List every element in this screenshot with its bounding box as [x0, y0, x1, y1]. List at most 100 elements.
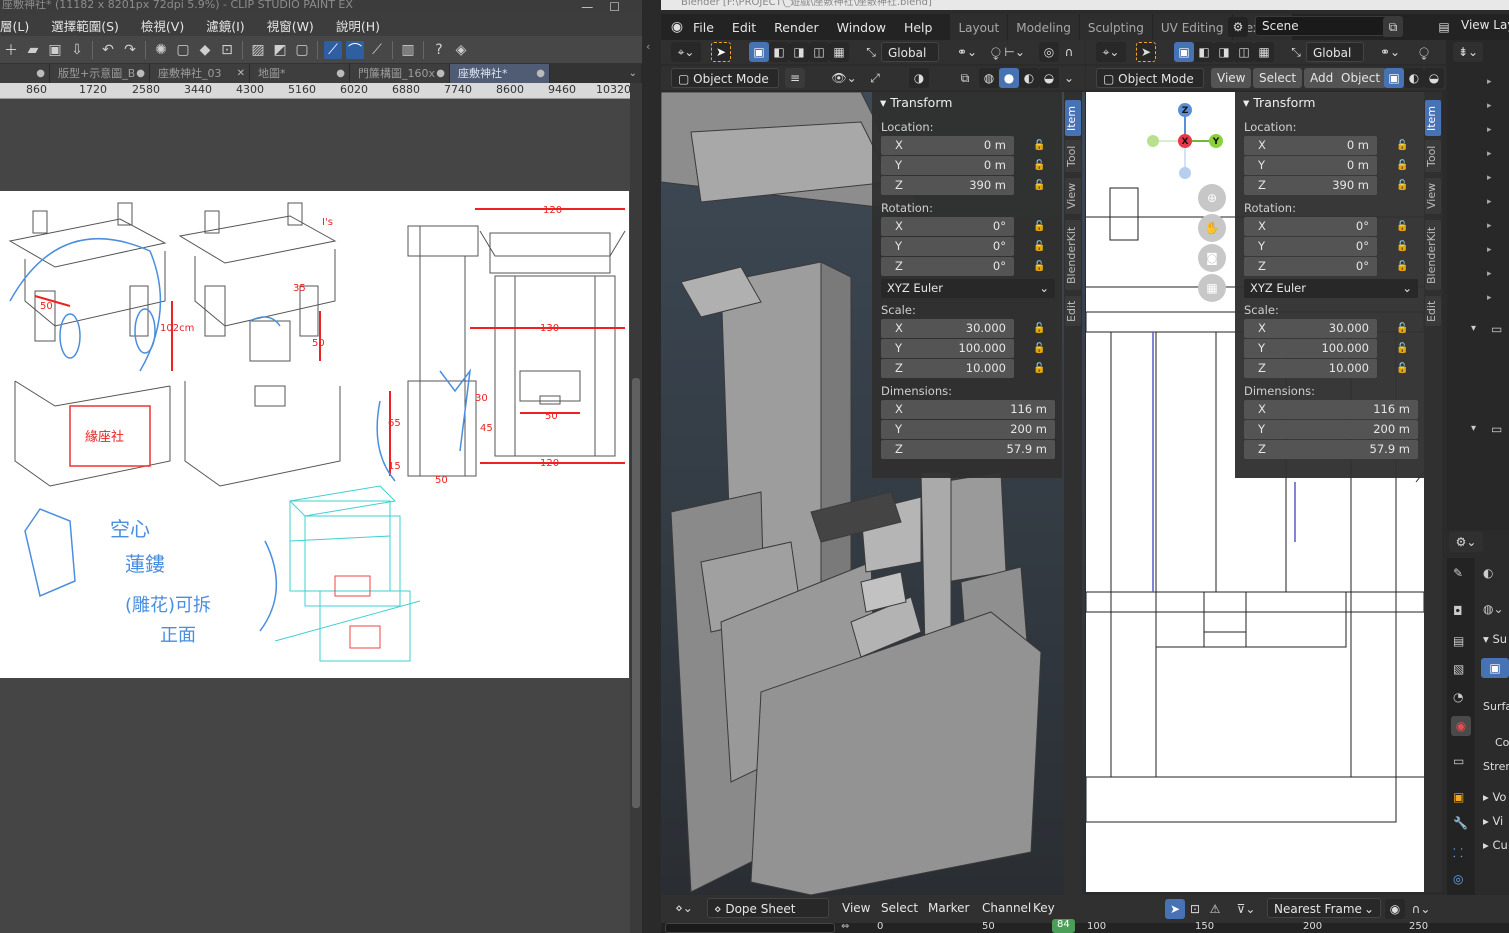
prop-section[interactable]: ▸ Vi: [1483, 814, 1503, 828]
menu-view[interactable]: View: [1211, 68, 1252, 88]
lock-icon[interactable]: 🔓: [1033, 237, 1045, 256]
camera-icon[interactable]: ◙: [1198, 244, 1226, 272]
object-mode-dropdown[interactable]: ▢ Object Mode: [1096, 68, 1204, 88]
redo-icon[interactable]: ↷: [121, 41, 139, 59]
collection-tab-icon[interactable]: ▭: [1453, 754, 1464, 768]
pan-hand-icon[interactable]: ✋: [1198, 214, 1226, 242]
menu-file[interactable]: File: [693, 20, 714, 35]
lock-icon[interactable]: 🔓: [1033, 176, 1045, 195]
lock-icon[interactable]: 🔓: [1396, 136, 1408, 155]
menu-render[interactable]: Render: [774, 20, 819, 35]
select-mode-new-icon[interactable]: ▣: [1174, 42, 1194, 62]
location-y-field[interactable]: Y 0 m 🔓: [1244, 156, 1408, 175]
fill-icon[interactable]: ◆: [196, 41, 214, 59]
search-input[interactable]: [665, 923, 835, 933]
tab-view[interactable]: View: [1065, 178, 1081, 214]
lock-icon[interactable]: 🔓: [1033, 136, 1045, 155]
hidden-icon[interactable]: ⊡: [1185, 899, 1205, 919]
physics-tab-icon[interactable]: ◎: [1453, 872, 1463, 886]
editor-type-icon[interactable]: ⋄⌄: [669, 898, 699, 918]
snap-special-ruler-icon[interactable]: ⌒: [346, 40, 364, 59]
rotation-y-field[interactable]: Y 0° 🔓: [881, 237, 1045, 256]
orientation-icon[interactable]: ⤡: [1286, 42, 1306, 62]
scale-x-field[interactable]: X 30.000 🔓: [881, 319, 1045, 338]
modifier-tab-icon[interactable]: 🔧: [1453, 816, 1468, 830]
hamburger-menu-icon[interactable]: ≡: [785, 68, 805, 88]
tab-view[interactable]: View: [1425, 178, 1441, 214]
lock-icon[interactable]: 🔓: [1396, 237, 1408, 256]
select-mode-new-icon[interactable]: ▣: [749, 42, 769, 62]
rotation-x-field[interactable]: X 0° 🔓: [881, 217, 1045, 236]
rotation-y-field[interactable]: Y 0° 🔓: [1244, 237, 1408, 256]
lock-icon[interactable]: 🔓: [1033, 319, 1045, 338]
dimensions-z-field[interactable]: Z 57.9 m: [881, 440, 1055, 459]
filter-icon[interactable]: ⊽⌄: [1231, 899, 1261, 919]
snap-grid-icon[interactable]: ⟋: [368, 41, 386, 59]
loading-icon[interactable]: ✺: [152, 41, 170, 59]
menu-channel[interactable]: Channel: [982, 901, 1031, 915]
selection-icon[interactable]: ◩: [271, 41, 289, 59]
workspace-tab-modeling[interactable]: Modeling: [1008, 14, 1079, 40]
object-mode-dropdown[interactable]: ▢ Object Mode: [671, 68, 779, 88]
view-layer-icon[interactable]: ▤: [1434, 17, 1454, 37]
workspace-tab-sculpting[interactable]: Sculpting: [1079, 14, 1152, 40]
select-mode-subtract-icon[interactable]: ◨: [789, 42, 809, 62]
select-mode-extend-icon[interactable]: ◧: [769, 42, 789, 62]
grid-toggle-icon[interactable]: ▦: [1198, 274, 1226, 302]
falloff-icon[interactable]: ∩⌄: [1407, 899, 1435, 919]
menu-marker[interactable]: Marker: [928, 901, 969, 915]
rotation-mode-dropdown[interactable]: XYZ Euler ⌄: [1244, 279, 1418, 298]
lock-icon[interactable]: 🔓: [1396, 359, 1408, 378]
clear-icon[interactable]: ▢: [174, 41, 192, 59]
scale-x-field[interactable]: X 30.000 🔓: [1244, 319, 1408, 338]
save-icon[interactable]: ▣: [46, 41, 64, 59]
scale-y-field[interactable]: Y 100.000 🔓: [881, 339, 1045, 358]
scroll-thumb[interactable]: [632, 378, 640, 808]
select-cursor-icon[interactable]: ➤: [1136, 42, 1156, 62]
swap-icon[interactable]: ⇔: [841, 921, 849, 932]
dimensions-y-field[interactable]: Y 200 m: [881, 420, 1055, 439]
pivot-icon[interactable]: ⚭⌄: [951, 42, 983, 62]
rendered-shading-icon[interactable]: ◒: [1039, 68, 1059, 88]
document-tab[interactable]: 座敷神社_03 ✕: [150, 64, 250, 83]
snap-icon[interactable]: ⧬: [1409, 42, 1439, 62]
tab-edit[interactable]: Edit: [1425, 296, 1441, 326]
prop-section[interactable]: ▸ Cu: [1483, 838, 1508, 852]
gizmo-icon[interactable]: ⤢: [865, 68, 885, 88]
lock-icon[interactable]: 🔓: [1033, 339, 1045, 358]
dimensions-y-field[interactable]: Y 200 m: [1244, 420, 1418, 439]
wireframe-shading-icon[interactable]: ◍: [979, 68, 999, 88]
select-mode-intersect-icon[interactable]: ▦: [829, 42, 849, 62]
menu-window[interactable]: Window: [837, 20, 886, 35]
prop-section[interactable]: ▾ Su: [1483, 632, 1507, 646]
lock-icon[interactable]: 🔓: [1033, 217, 1045, 236]
transform-icon[interactable]: ⊡: [218, 41, 236, 59]
menu-edit[interactable]: Edit: [732, 20, 756, 35]
layers-icon[interactable]: ◈: [452, 41, 470, 59]
tab-item[interactable]: Item: [1065, 100, 1081, 136]
drawing-canvas[interactable]: I's 102cm 50 35 120 130 50 120 65 15 50 …: [0, 191, 629, 678]
only-selected-icon[interactable]: ➤: [1165, 899, 1185, 919]
lock-icon[interactable]: 🔓: [1396, 156, 1408, 175]
snap-ruler-icon[interactable]: ⟋: [324, 40, 342, 59]
timeline-ruler[interactable]: ⇔ 0 50 84 100 150 200 250: [661, 919, 1509, 933]
proportional-edit-icon[interactable]: ◉: [1385, 899, 1405, 919]
transform-tool-icon[interactable]: ⌖⌄: [671, 42, 701, 62]
document-tab[interactable]: 地圖* ●: [250, 64, 350, 83]
lock-icon[interactable]: 🔓: [1396, 339, 1408, 358]
orientation-icon[interactable]: ⤡: [861, 42, 881, 62]
menu-filter[interactable]: 濾鏡(I): [206, 16, 244, 35]
rotation-z-field[interactable]: Z 0° 🔓: [1244, 257, 1408, 276]
dimensions-x-field[interactable]: X 116 m: [1244, 400, 1418, 419]
particles-tab-icon[interactable]: ⸬: [1453, 844, 1463, 861]
selection-icon[interactable]: ▢: [293, 41, 311, 59]
orientation-dropdown[interactable]: Global: [881, 42, 939, 62]
collection-expand-icon[interactable]: ▾: [1471, 323, 1476, 334]
lock-icon[interactable]: 🔓: [1033, 257, 1045, 276]
outliner-panel[interactable]: ⇟⌄ ▸ ▸ ▸ ▸ ▸ ▸ ▸ ▸ ▸ ▸ ▾ ▭ ▾ ▭: [1447, 40, 1509, 530]
scale-z-field[interactable]: Z 10.000 🔓: [1244, 359, 1408, 378]
location-z-field[interactable]: Z 390 m 🔓: [881, 176, 1045, 195]
view-object-types-icon[interactable]: 👁⌄: [829, 68, 859, 88]
view-layer-tab-icon[interactable]: ▧: [1453, 662, 1464, 676]
menu-view[interactable]: 檢視(V): [141, 16, 184, 35]
